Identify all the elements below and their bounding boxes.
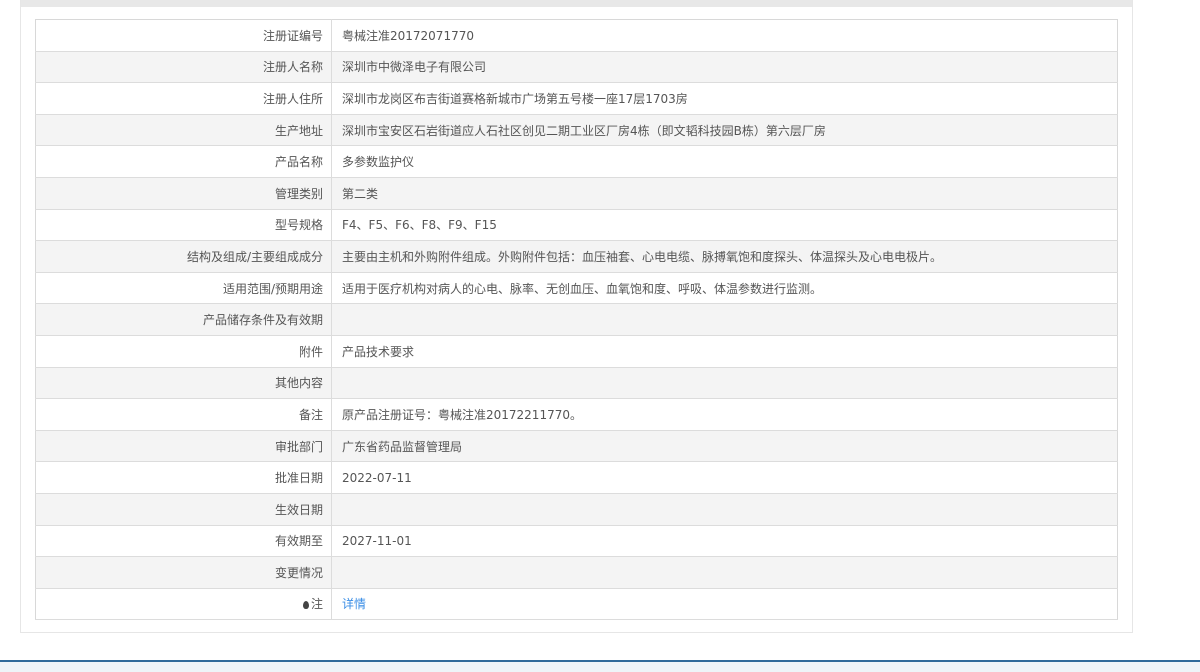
note-label-cell: 注 — [35, 588, 332, 621]
table-row: 生效日期 — [35, 493, 1118, 526]
field-label: 生产地址 — [35, 114, 332, 147]
field-label: 产品名称 — [35, 145, 332, 178]
field-value: 2022-07-11 — [331, 461, 1118, 494]
table-row: 附件 产品技术要求 — [35, 335, 1118, 368]
table-row: 结构及组成/主要组成成分 主要由主机和外购附件组成。外购附件包括：血压袖套、心电电… — [35, 240, 1118, 273]
field-label: 批准日期 — [35, 461, 332, 494]
field-label: 生效日期 — [35, 493, 332, 526]
field-value: 原产品注册证号：粤械注准20172211770。 — [331, 398, 1118, 431]
field-label: 其他内容 — [35, 367, 332, 400]
field-value: 产品技术要求 — [331, 335, 1118, 368]
table-row: 型号规格 F4、F5、F6、F8、F9、F15 — [35, 209, 1118, 242]
field-value: 2027-11-01 — [331, 525, 1118, 558]
table-row: 产品名称 多参数监护仪 — [35, 145, 1118, 178]
field-label: 变更情况 — [35, 556, 332, 589]
table-row: 审批部门 广东省药品监督管理局 — [35, 430, 1118, 463]
field-value — [331, 367, 1118, 400]
field-label: 注册人名称 — [35, 51, 332, 84]
field-value: F4、F5、F6、F8、F9、F15 — [331, 209, 1118, 242]
field-value — [331, 303, 1118, 336]
field-value: 深圳市龙岗区布吉街道赛格新城市广场第五号楼一座17层1703房 — [331, 82, 1118, 115]
table-row: 有效期至 2027-11-01 — [35, 525, 1118, 558]
table-row-note: 注 详情 — [35, 588, 1118, 621]
field-label: 附件 — [35, 335, 332, 368]
field-value: 粤械注准20172071770 — [331, 19, 1118, 52]
field-label: 注册人住所 — [35, 82, 332, 115]
details-link[interactable]: 详情 — [342, 597, 366, 611]
field-label: 审批部门 — [35, 430, 332, 463]
note-label: 注 — [310, 597, 323, 612]
panel-top-band — [21, 0, 1132, 7]
field-value — [331, 556, 1118, 589]
field-value: 多参数监护仪 — [331, 145, 1118, 178]
table-row: 生产地址 深圳市宝安区石岩街道应人石社区创见二期工业区厂房4栋（即文韬科技园B栋）… — [35, 114, 1118, 147]
table-row: 批准日期 2022-07-11 — [35, 461, 1118, 494]
field-label: 管理类别 — [35, 177, 332, 210]
table-row: 备注 原产品注册证号：粤械注准20172211770。 — [35, 398, 1118, 431]
field-label: 适用范围/预期用途 — [35, 272, 332, 305]
field-label: 产品储存条件及有效期 — [35, 303, 332, 336]
table-row: 变更情况 — [35, 556, 1118, 589]
field-value: 广东省药品监督管理局 — [331, 430, 1118, 463]
field-label: 备注 — [35, 398, 332, 431]
field-value: 深圳市中微泽电子有限公司 — [331, 51, 1118, 84]
field-value — [331, 493, 1118, 526]
note-value-cell: 详情 — [331, 588, 1118, 621]
table-row: 适用范围/预期用途 适用于医疗机构对病人的心电、脉率、无创血压、血氧饱和度、呼吸、… — [35, 272, 1118, 305]
table-row: 产品储存条件及有效期 — [35, 303, 1118, 336]
table-row: 注册人住所 深圳市龙岗区布吉街道赛格新城市广场第五号楼一座17层1703房 — [35, 82, 1118, 115]
field-label: 型号规格 — [35, 209, 332, 242]
field-label: 有效期至 — [35, 525, 332, 558]
field-value: 适用于医疗机构对病人的心电、脉率、无创血压、血氧饱和度、呼吸、体温参数进行监测。 — [331, 272, 1118, 305]
field-value: 深圳市宝安区石岩街道应人石社区创见二期工业区厂房4栋（即文韬科技园B栋）第六层厂… — [331, 114, 1118, 147]
table-row: 管理类别 第二类 — [35, 177, 1118, 210]
field-label: 结构及组成/主要组成成分 — [35, 240, 332, 273]
field-value: 主要由主机和外购附件组成。外购附件包括：血压袖套、心电电缆、脉搏氧饱和度探头、体… — [331, 240, 1118, 273]
field-value: 第二类 — [331, 177, 1118, 210]
pin-icon — [302, 601, 309, 610]
detail-panel: 注册证编号 粤械注准20172071770 注册人名称 深圳市中微泽电子有限公司 注册人… — [20, 0, 1133, 633]
footer-bar — [0, 660, 1200, 672]
table-row: 其他内容 — [35, 367, 1118, 400]
table-row: 注册证编号 粤械注准20172071770 — [35, 19, 1118, 52]
field-label: 注册证编号 — [35, 19, 332, 52]
table-row: 注册人名称 深圳市中微泽电子有限公司 — [35, 51, 1118, 84]
registration-detail-table: 注册证编号 粤械注准20172071770 注册人名称 深圳市中微泽电子有限公司 注册人… — [35, 19, 1118, 621]
